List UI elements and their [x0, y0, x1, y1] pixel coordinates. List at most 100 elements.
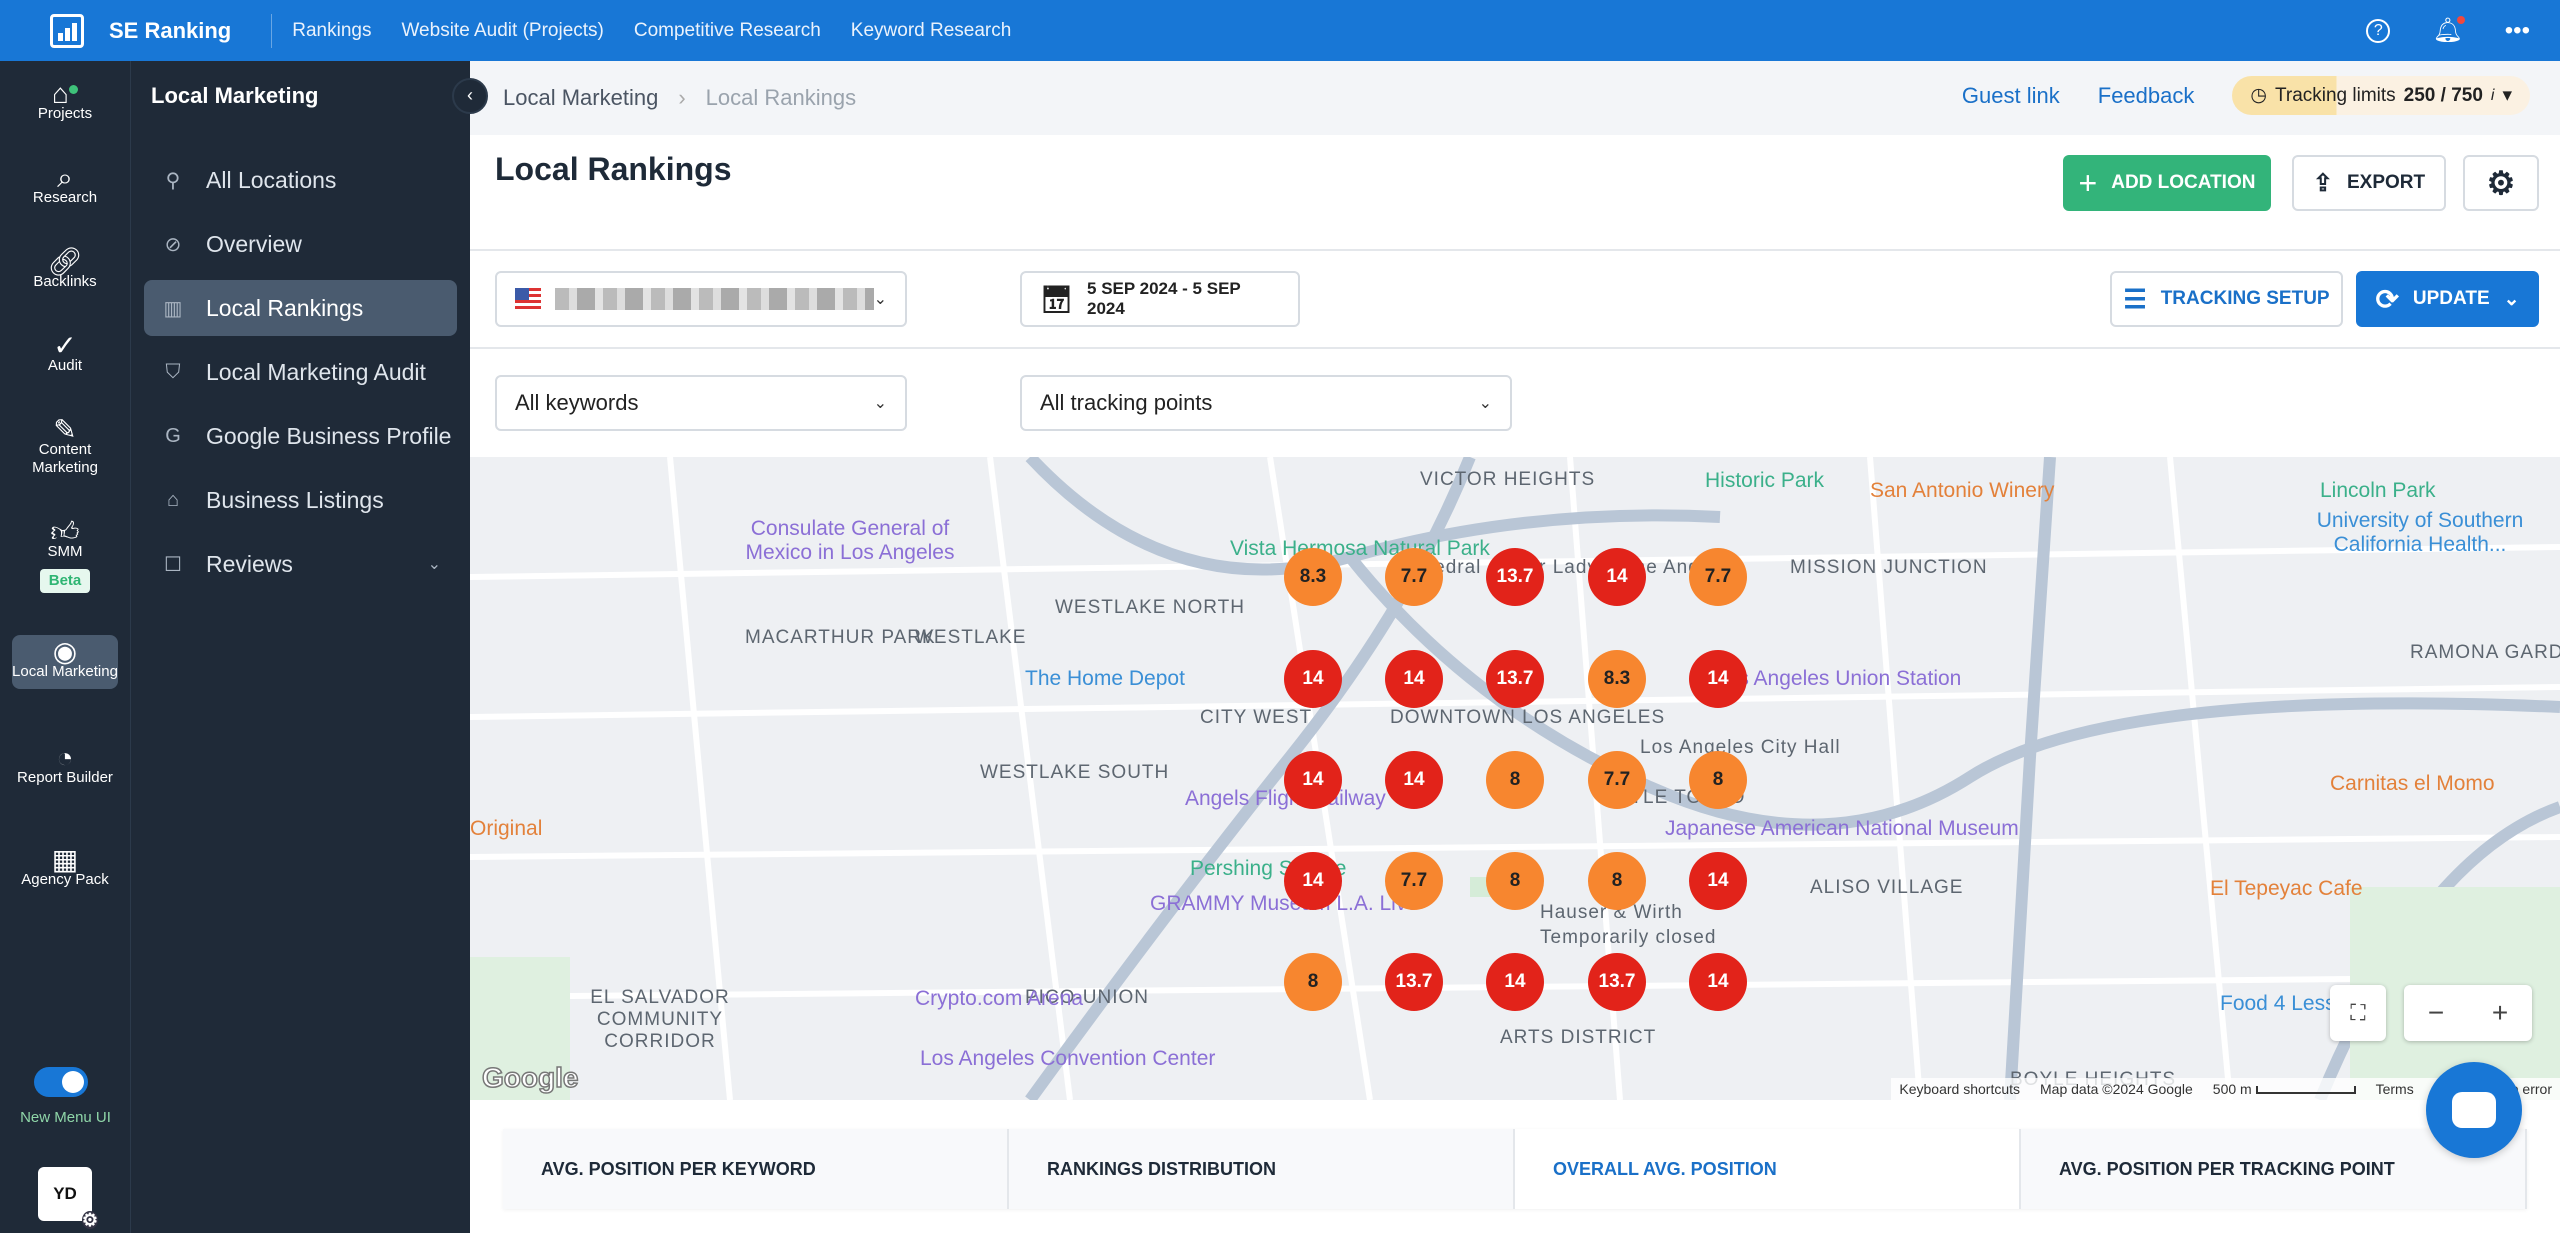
- map-label: Temporarily closed: [1540, 927, 1717, 948]
- sidebar-item-all-locations[interactable]: ⚲ All Locations: [144, 152, 457, 208]
- zoom-controls: − +: [2404, 985, 2532, 1041]
- ranking-marker[interactable]: 14: [1385, 650, 1443, 708]
- add-location-label: ADD LOCATION: [2111, 172, 2256, 193]
- sidebar-item-overview[interactable]: ⊘ Overview: [144, 216, 457, 272]
- rankings-map[interactable]: VICTOR HEIGHTS Historic Park San Antonio W…: [470, 457, 2560, 1100]
- tracking-limits-dropdown[interactable]: ◷ Tracking limits 250 / 750 i ▾: [2232, 76, 2530, 115]
- ranking-marker[interactable]: 14: [1486, 953, 1544, 1011]
- guest-link[interactable]: Guest link: [1962, 83, 2060, 109]
- bell-icon[interactable]: 🔔︎: [2432, 16, 2465, 45]
- chat-button[interactable]: [2426, 1062, 2522, 1158]
- rail-item-report-builder[interactable]: ◔ Report Builder: [12, 744, 118, 787]
- nav-keyword-research[interactable]: Keyword Research: [851, 20, 1012, 42]
- nav-rankings[interactable]: Rankings: [292, 20, 371, 42]
- sidebar-item-local-rankings[interactable]: ▥ Local Rankings: [144, 280, 457, 336]
- tab-rankings-distribution[interactable]: RANKINGS DISTRIBUTION: [1009, 1129, 1515, 1209]
- breadcrumb: Local Marketing › Local Rankings: [503, 85, 856, 111]
- rail-item-projects[interactable]: ⌂ Projects: [12, 80, 118, 123]
- export-label: EXPORT: [2346, 172, 2426, 193]
- tracking-limits-value: 250 / 750: [2403, 84, 2483, 106]
- new-menu-toggle[interactable]: [34, 1067, 88, 1097]
- nav-website-audit[interactable]: Website Audit (Projects): [401, 20, 603, 42]
- zoom-out-button[interactable]: −: [2428, 997, 2444, 1029]
- date-range-picker[interactable]: 📅︎ 5 SEP 2024 - 5 SEP 2024: [1020, 271, 1300, 327]
- ranking-marker[interactable]: 14: [1284, 852, 1342, 910]
- sidebar-item-business-listings[interactable]: ⌂ Business Listings: [144, 472, 457, 528]
- more-icon[interactable]: •••: [2505, 17, 2530, 45]
- ranking-marker[interactable]: 7.7: [1689, 548, 1747, 606]
- ranking-marker[interactable]: 13.7: [1486, 548, 1544, 606]
- update-button[interactable]: ⟳ UPDATE ⌄: [2356, 271, 2539, 327]
- sidebar-item-google-business-profile[interactable]: G Google Business Profile: [144, 408, 457, 464]
- terms-link[interactable]: Terms: [2376, 1081, 2414, 1097]
- rail-item-smm[interactable]: 👍︎ SMM Beta: [12, 516, 118, 593]
- keywords-select[interactable]: All keywords ⌄: [495, 375, 907, 431]
- thumbs-up-icon: 👍︎: [50, 516, 80, 547]
- new-menu-label: New Menu UI: [20, 1109, 111, 1126]
- se-ranking-logo-icon[interactable]: [50, 13, 84, 48]
- tracking-points-select[interactable]: All tracking points ⌄: [1020, 375, 1512, 431]
- ranking-marker[interactable]: 14: [1385, 751, 1443, 809]
- sidebar-item-reviews[interactable]: ☐ Reviews ⌄: [144, 536, 457, 592]
- fullscreen-button[interactable]: ⛶: [2330, 985, 2386, 1041]
- link-icon: 🔗︎: [47, 246, 83, 277]
- chevron-down-icon: ⌄: [427, 556, 441, 573]
- ranking-marker[interactable]: 8.3: [1588, 650, 1646, 708]
- brand-name[interactable]: SE Ranking: [109, 18, 231, 44]
- map-label: Los Angeles Union Station: [1715, 667, 1962, 690]
- ranking-marker[interactable]: 14: [1689, 650, 1747, 708]
- avatar[interactable]: YD ⚙: [38, 1167, 98, 1229]
- divider: [470, 249, 2560, 251]
- ranking-marker[interactable]: 8.3: [1284, 548, 1342, 606]
- rail-item-content-marketing[interactable]: ✎ Content Marketing: [12, 414, 118, 477]
- map-label: Crypto.com Arena: [915, 987, 1084, 1010]
- tab-avg-position-per-keyword[interactable]: AVG. POSITION PER KEYWORD: [503, 1129, 1009, 1209]
- ranking-marker[interactable]: 8: [1284, 953, 1342, 1011]
- ranking-marker[interactable]: 14: [1284, 751, 1342, 809]
- sidebar-item-label: Overview: [206, 230, 302, 257]
- rail-item-local-marketing[interactable]: ◉ Local Marketing: [12, 635, 118, 689]
- divider: [271, 13, 273, 48]
- ranking-marker[interactable]: 14: [1588, 548, 1646, 606]
- ranking-marker[interactable]: 14: [1284, 650, 1342, 708]
- collapse-sidebar-button[interactable]: ‹: [452, 78, 488, 114]
- map-label: WESTLAKE SOUTH: [980, 762, 1170, 783]
- tracking-setup-button[interactable]: ☰ TRACKING SETUP: [2110, 271, 2343, 327]
- rail-label: Agency Pack: [21, 871, 109, 888]
- ranking-marker[interactable]: 14: [1689, 852, 1747, 910]
- help-icon[interactable]: ?: [2366, 18, 2391, 43]
- tab-overall-avg-position[interactable]: OVERALL AVG. POSITION: [1515, 1129, 2021, 1209]
- rail-item-backlinks[interactable]: 🔗︎ Backlinks: [12, 246, 118, 291]
- add-location-button[interactable]: + ADD LOCATION: [2063, 155, 2271, 211]
- ranking-marker[interactable]: 8: [1588, 852, 1646, 910]
- edit-icon: ✎: [53, 414, 77, 445]
- ranking-marker[interactable]: 8: [1689, 751, 1747, 809]
- export-button[interactable]: ⇪ EXPORT: [2292, 155, 2446, 211]
- avatar-initials: YD: [53, 1184, 77, 1203]
- map-label: MISSION JUNCTION: [1790, 557, 1988, 578]
- sidebar-item-local-marketing-audit[interactable]: ⛉ Local Marketing Audit: [144, 344, 457, 400]
- ranking-marker[interactable]: 7.7: [1385, 548, 1443, 606]
- breadcrumb-local-marketing[interactable]: Local Marketing: [503, 85, 658, 111]
- ranking-marker[interactable]: 8: [1486, 852, 1544, 910]
- rail-item-research[interactable]: ⌕ Research: [12, 164, 118, 207]
- feedback-link[interactable]: Feedback: [2098, 83, 2195, 109]
- ranking-marker[interactable]: 7.7: [1588, 751, 1646, 809]
- rail-item-audit[interactable]: ✓ Audit: [12, 332, 118, 375]
- chevron-down-icon: ⌄: [873, 291, 887, 308]
- map-label: El Tepeyac Cafe: [2210, 877, 2363, 900]
- ranking-marker[interactable]: 13.7: [1486, 650, 1544, 708]
- rail-label: Projects: [37, 105, 93, 122]
- location-select[interactable]: ⌄: [495, 271, 907, 327]
- ranking-marker[interactable]: 7.7: [1385, 852, 1443, 910]
- zoom-in-button[interactable]: +: [2492, 997, 2508, 1029]
- keyboard-shortcuts-link[interactable]: Keyboard shortcuts: [1899, 1081, 2020, 1097]
- rail-label: Backlinks: [33, 273, 97, 290]
- nav-competitive-research[interactable]: Competitive Research: [634, 20, 821, 42]
- ranking-marker[interactable]: 14: [1689, 953, 1747, 1011]
- rail-item-agency-pack[interactable]: ▦ Agency Pack: [12, 846, 118, 889]
- ranking-marker[interactable]: 8: [1486, 751, 1544, 809]
- settings-button[interactable]: ⚙: [2463, 155, 2539, 211]
- ranking-marker[interactable]: 13.7: [1588, 953, 1646, 1011]
- ranking-marker[interactable]: 13.7: [1385, 953, 1443, 1011]
